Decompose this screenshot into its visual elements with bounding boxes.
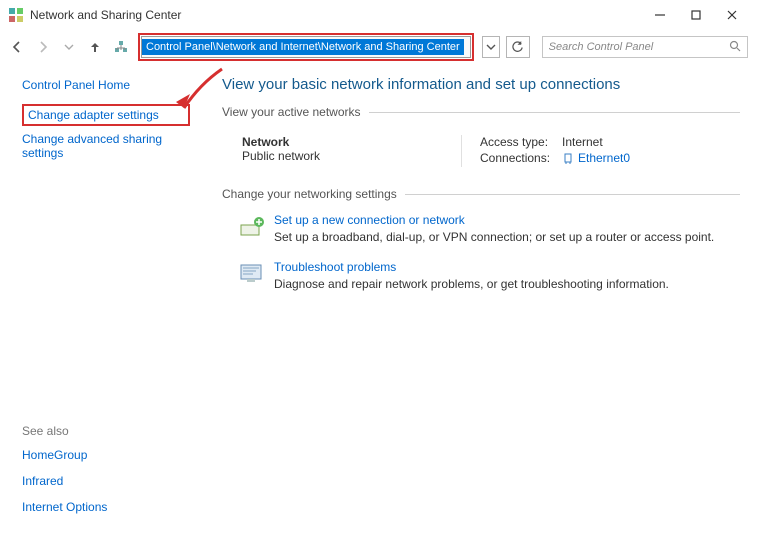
sidebar: Control Panel Home Change adapter settin… xyxy=(0,64,210,544)
search-placeholder: Search Control Panel xyxy=(549,41,729,53)
search-input[interactable]: Search Control Panel xyxy=(542,36,748,58)
app-icon xyxy=(8,7,24,23)
window-title: Network and Sharing Center xyxy=(30,8,642,22)
divider xyxy=(405,194,740,195)
setup-connection-desc: Set up a broadband, dial-up, or VPN conn… xyxy=(274,230,714,244)
troubleshoot-icon xyxy=(238,260,266,288)
setup-connection-link[interactable]: Set up a new connection or network xyxy=(274,213,714,227)
troubleshoot-link[interactable]: Troubleshoot problems xyxy=(274,260,669,274)
troubleshoot-item: Troubleshoot problems Diagnose and repai… xyxy=(238,260,740,291)
network-name: Network xyxy=(242,135,461,149)
internet-options-link[interactable]: Internet Options xyxy=(22,500,210,514)
network-details: Access type: Internet Connections: Ether… xyxy=(462,135,740,167)
connections-label: Connections: xyxy=(480,151,562,165)
active-networks-label: View your active networks xyxy=(222,105,361,119)
breadcrumb-icon xyxy=(112,38,130,56)
maximize-button[interactable] xyxy=(678,2,714,28)
network-identity: Network Public network xyxy=(242,135,462,167)
refresh-button[interactable] xyxy=(506,36,530,58)
infrared-link[interactable]: Infrared xyxy=(22,474,210,488)
active-network-row: Network Public network Access type: Inte… xyxy=(222,125,740,187)
recent-dropdown[interactable] xyxy=(58,36,80,58)
minimize-button[interactable] xyxy=(642,2,678,28)
access-type-label: Access type: xyxy=(480,135,562,149)
divider xyxy=(369,112,740,113)
back-button[interactable] xyxy=(6,36,28,58)
close-button[interactable] xyxy=(714,2,750,28)
address-bar[interactable]: Control Panel\Network and Internet\Netwo… xyxy=(141,36,471,58)
troubleshoot-desc: Diagnose and repair network problems, or… xyxy=(274,277,669,291)
adapter-highlight: Change adapter settings xyxy=(22,104,190,126)
main-panel: View your basic network information and … xyxy=(210,64,758,544)
address-dropdown[interactable] xyxy=(482,36,500,58)
see-also-section: See also HomeGroup Infrared Internet Opt… xyxy=(22,424,210,532)
settings-list: Set up a new connection or network Set u… xyxy=(222,207,740,291)
change-settings-label: Change your networking settings xyxy=(222,187,397,201)
up-button[interactable] xyxy=(84,36,106,58)
see-also-header: See also xyxy=(22,424,210,438)
active-networks-header: View your active networks xyxy=(222,105,740,119)
access-type-value: Internet xyxy=(562,135,603,149)
navbar: Control Panel\Network and Internet\Netwo… xyxy=(0,30,758,64)
change-settings-header: Change your networking settings xyxy=(222,187,740,201)
homegroup-link[interactable]: HomeGroup xyxy=(22,448,210,462)
page-title: View your basic network information and … xyxy=(222,76,740,93)
breadcrumb-highlight: Control Panel\Network and Internet\Netwo… xyxy=(138,33,474,61)
connection-link[interactable]: Ethernet0 xyxy=(578,151,630,165)
address-text: Control Panel\Network and Internet\Netwo… xyxy=(142,39,464,55)
forward-button[interactable] xyxy=(32,36,54,58)
change-advanced-sharing-link[interactable]: Change advanced sharing settings xyxy=(22,132,172,160)
change-adapter-settings-link[interactable]: Change adapter settings xyxy=(28,108,184,122)
network-type: Public network xyxy=(242,149,461,163)
setup-connection-icon xyxy=(238,213,266,241)
titlebar: Network and Sharing Center xyxy=(0,0,758,30)
setup-connection-item: Set up a new connection or network Set u… xyxy=(238,213,740,244)
ethernet-icon xyxy=(562,152,574,164)
search-icon xyxy=(729,40,741,55)
control-panel-home-link[interactable]: Control Panel Home xyxy=(22,78,210,92)
content: Control Panel Home Change adapter settin… xyxy=(0,64,758,544)
